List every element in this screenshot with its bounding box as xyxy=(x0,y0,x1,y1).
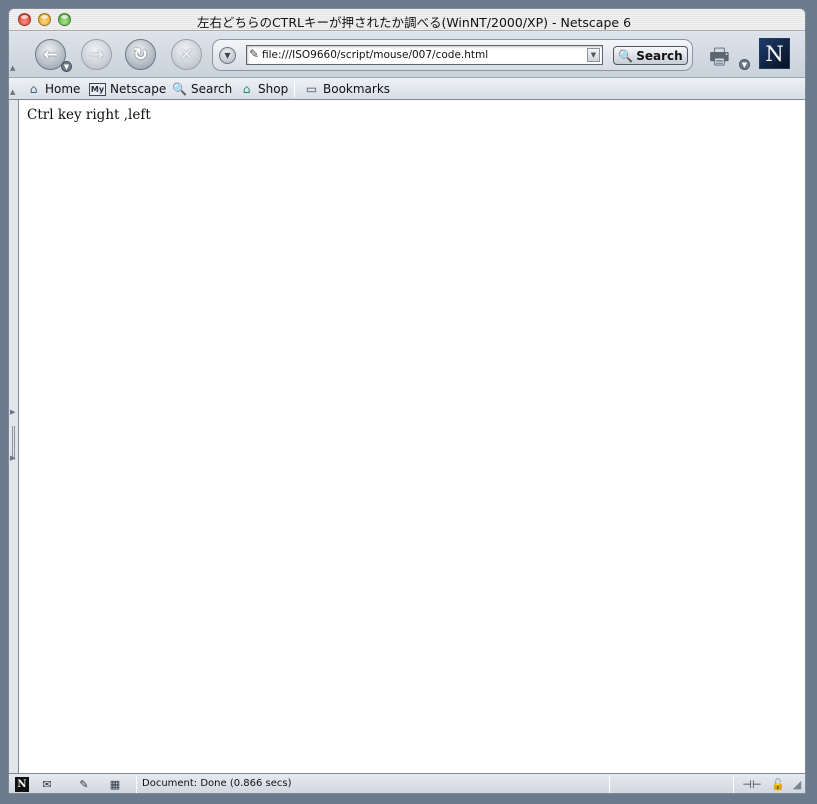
url-text: file:///ISO9660/script/mouse/007/code.ht… xyxy=(262,49,489,61)
printer-icon: 🖶 xyxy=(709,45,730,70)
personal-toolbar: ▲ ⌂ Home My Netscape 🔍 Search ⌂ Shop ▭ B… xyxy=(9,78,805,100)
print-button[interactable]: 🖶 xyxy=(709,40,741,70)
status-text: Document: Done (0.866 secs) xyxy=(142,778,292,789)
netscape-logo[interactable]: N xyxy=(759,38,790,69)
url-history-button[interactable]: ▼ xyxy=(219,47,236,64)
personal-item-label: Shop xyxy=(258,82,289,96)
print-drop-icon[interactable]: ▼ xyxy=(739,59,750,70)
folder-icon: ▭ xyxy=(305,82,318,96)
personal-item-label: Netscape xyxy=(110,82,167,96)
online-status-icon[interactable]: ⊣⊢ xyxy=(739,777,765,792)
netscape-status-icon[interactable]: N xyxy=(15,777,29,792)
sidebar-arrow-icon: ▶ xyxy=(10,408,16,416)
search-button-label: Search xyxy=(636,48,683,63)
personal-item-home[interactable]: ⌂ Home xyxy=(26,81,81,97)
url-input[interactable]: ✎ file:///ISO9660/script/mouse/007/code.… xyxy=(246,45,603,65)
chevron-down-icon: ▼ xyxy=(224,51,231,60)
status-divider xyxy=(136,776,137,793)
my-netscape-icon: My xyxy=(89,82,106,96)
mail-icon[interactable]: ✉ xyxy=(37,777,57,792)
home-icon: ⌂ xyxy=(29,82,38,96)
personal-item-search[interactable]: 🔍 Search xyxy=(172,81,232,97)
personal-item-netscape[interactable]: My Netscape xyxy=(89,81,166,97)
status-bar: N ✉ ✎ ▦ Document: Done (0.866 secs) ⊣⊢ 🔓… xyxy=(9,773,805,793)
sidebar-arrow-icon: ▶ xyxy=(10,454,16,462)
toolbar-separator xyxy=(294,81,295,97)
composer-icon[interactable]: ✎ xyxy=(74,777,94,792)
page-body-text: Ctrl key right ,left xyxy=(27,107,151,123)
page-proxy-icon[interactable]: ✎ xyxy=(249,47,259,61)
personal-item-label: Search xyxy=(191,82,233,96)
stop-button[interactable]: ✕ xyxy=(171,39,202,70)
reload-button[interactable]: ↻ xyxy=(125,39,156,70)
security-lock-icon[interactable]: 🔓 xyxy=(770,777,786,792)
stop-icon: ✕ xyxy=(179,44,194,65)
forward-arrow-icon: → xyxy=(89,44,104,65)
url-bar-group: ▼ ✎ file:///ISO9660/script/mouse/007/cod… xyxy=(212,39,693,71)
shop-icon: ⌂ xyxy=(242,82,251,96)
bookmarks-menu-button[interactable]: ▭ Bookmarks xyxy=(304,81,390,97)
forward-button[interactable]: → xyxy=(81,39,112,70)
personal-item-shop[interactable]: ⌂ Shop xyxy=(239,81,289,97)
back-arrow-icon: ← xyxy=(43,44,58,65)
sidebar-grippy[interactable]: ▶ ▶ xyxy=(9,100,18,773)
personal-item-label: Home xyxy=(45,82,81,96)
search-icon: 🔍 xyxy=(172,82,187,96)
status-divider xyxy=(609,776,610,793)
browser-window: 左右どちらのCTRLキーが押されたか調べる(WinNT/2000/XP) - N… xyxy=(8,8,806,794)
back-history-drop-icon[interactable]: ▼ xyxy=(61,61,72,72)
toolbar-grip-icon[interactable]: ▲ xyxy=(10,64,19,72)
window-title: 左右どちらのCTRLキーが押されたか調べる(WinNT/2000/XP) - N… xyxy=(196,15,632,30)
status-divider xyxy=(733,776,734,793)
personal-toolbar-grip-icon[interactable]: ▲ xyxy=(10,88,19,96)
url-dropdown-button[interactable]: ▼ xyxy=(587,48,600,62)
navigation-toolbar: ▲ ← ▼ → ↻ ✕ ▼ ✎ file:///ISO9660/script/m… xyxy=(9,32,805,78)
address-book-icon[interactable]: ▦ xyxy=(105,777,125,792)
resize-grip-icon[interactable]: ◢ xyxy=(790,777,804,792)
bookmarks-label: Bookmarks xyxy=(323,82,391,96)
search-button[interactable]: 🔍 Search xyxy=(613,46,688,65)
reload-icon: ↻ xyxy=(133,44,148,65)
magnifier-icon: 🔍 xyxy=(618,48,634,63)
title-bar[interactable]: 左右どちらのCTRLキーが押されたか調べる(WinNT/2000/XP) - N… xyxy=(9,9,805,31)
page-content[interactable]: Ctrl key right ,left xyxy=(18,100,805,773)
